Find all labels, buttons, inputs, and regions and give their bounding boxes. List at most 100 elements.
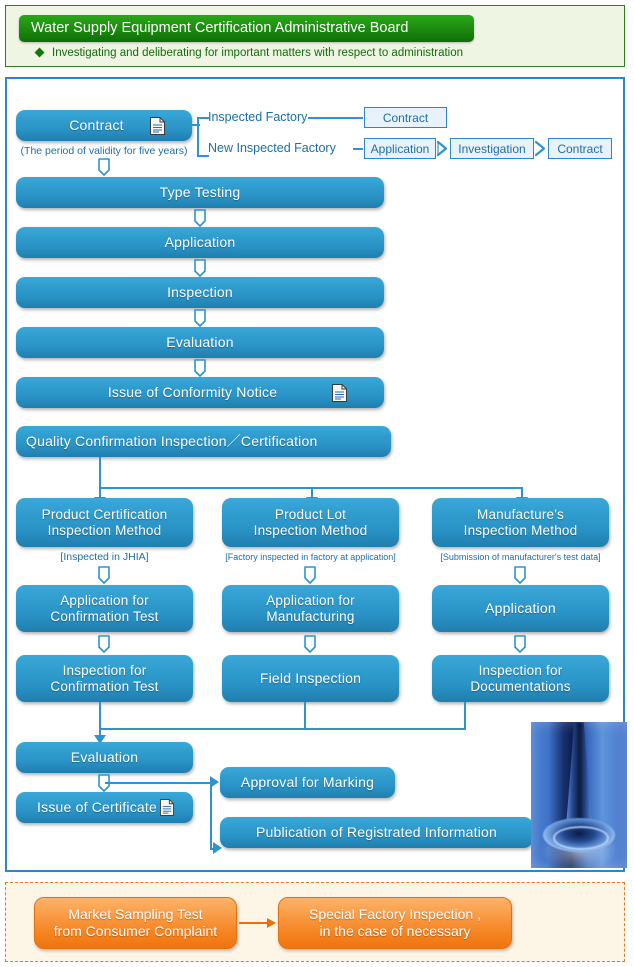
flow-box-application-manufacturing[interactable]: Application for Manufacturing — [222, 585, 399, 632]
bracket-stub — [192, 124, 200, 126]
merge-line-col3 — [464, 702, 466, 730]
bottom-box-special-factory-inspection-line1: Special Factory Inspection , — [309, 905, 481, 922]
flow-box-approval-for-marking-label: Approval for Marking — [240, 774, 375, 791]
flow-box-evaluation-bottom[interactable]: Evaluation — [16, 742, 193, 773]
bottom-panel: Market Sampling Test from Consumer Compl… — [5, 882, 625, 962]
chevron-down-icon-c3a — [512, 566, 528, 585]
flow-box-issue-certificate-label: Issue of Certificate — [37, 799, 157, 816]
merge-line-col1 — [99, 702, 101, 730]
flow-box-application-confirmation-test-line1: Application for — [60, 592, 149, 608]
flow-box-inspection-documentations[interactable]: Inspection for Documentations — [432, 655, 609, 702]
water-stream-shape — [566, 722, 592, 826]
flow-box-inspection-confirmation-test[interactable]: Inspection for Confirmation Test — [16, 655, 193, 702]
header-panel: Water Supply Equipment Certification Adm… — [5, 5, 625, 67]
method-box-product-lot[interactable]: Product Lot Inspection Method — [222, 498, 399, 547]
flow-box-quality-confirmation-label: Quality Confirmation Inspection／Certific… — [26, 433, 318, 450]
method-note-2: [Factory inspected in factory at applica… — [225, 552, 396, 562]
method-note-3: [Submission of manufacturer's test data] — [440, 552, 601, 562]
diamond-bullet-icon — [34, 47, 45, 58]
document-icon — [149, 116, 165, 135]
branch-label-new-inspected-factory: New Inspected Factory — [208, 141, 336, 155]
flow-box-publication-registrated-info-label: Publication of Registrated Information — [255, 824, 498, 841]
flow-box-type-testing-label: Type Testing — [159, 184, 241, 201]
bottom-box-market-sampling-line2: from Consumer Complaint — [53, 923, 218, 939]
flow-box-application-manufacturing-line2: Manufacturing — [266, 608, 355, 624]
bottom-box-market-sampling[interactable]: Market Sampling Test from Consumer Compl… — [34, 897, 237, 949]
chevron-down-icon-c2a — [302, 566, 318, 585]
flow-box-type-testing[interactable]: Type Testing — [16, 177, 384, 208]
output-line-horizontal — [105, 782, 212, 784]
flow-box-application[interactable]: Application — [16, 227, 384, 258]
flow-box-publication-registrated-info[interactable]: Publication of Registrated Information — [220, 817, 533, 848]
water-ripple-ring — [553, 826, 609, 850]
branch-line-2 — [353, 148, 363, 150]
branch-box-investigation-label: Investigation — [458, 141, 526, 156]
flow-box-application-manufacturing-line1: Application for — [266, 592, 355, 608]
flow-box-application-label: Application — [164, 234, 236, 251]
bottom-box-special-factory-inspection[interactable]: Special Factory Inspection , in the case… — [278, 897, 512, 949]
method-box-product-lot-line1: Product Lot — [274, 506, 347, 522]
chevron-down-icon-c1a — [96, 566, 112, 585]
flow-box-issue-conformity-notice-label: Issue of Conformity Notice — [107, 384, 278, 401]
merge-line-col2 — [304, 702, 306, 730]
flow-box-application-confirmation-test[interactable]: Application for Confirmation Test — [16, 585, 193, 632]
flow-box-application-col3-label: Application — [485, 600, 556, 617]
method-box-manufacturers-line2: Inspection Method — [463, 522, 578, 538]
method-box-manufacturers-line1: Manufacture's — [477, 506, 564, 522]
branch-line-1 — [308, 117, 363, 119]
bottom-box-special-factory-inspection-line2: in the case of necessary — [319, 923, 471, 939]
flow-box-evaluation-top-label: Evaluation — [166, 334, 234, 351]
flow-box-contract-label: Contract — [69, 117, 124, 134]
flow-box-application-confirmation-test-line2: Confirmation Test — [50, 608, 159, 624]
flow-box-inspection-label: Inspection — [167, 284, 233, 301]
branch-box-application[interactable]: Application — [364, 138, 436, 159]
flow-box-inspection-confirmation-test-line1: Inspection for — [62, 662, 147, 678]
method-box-product-certification-line1: Product Certification — [41, 506, 168, 522]
branch-box-contract-2-label: Contract — [557, 141, 603, 156]
flow-box-inspection-documentations-line2: Documentations — [470, 678, 571, 694]
chevron-right-icon — [436, 140, 449, 157]
branch-box-contract-label: Contract — [382, 110, 429, 125]
chevron-down-icon-3 — [192, 259, 208, 278]
branch-box-application-label: Application — [370, 141, 430, 156]
arrow-right-icon-bottom — [267, 918, 276, 928]
method-box-product-lot-line2: Inspection Method — [253, 522, 368, 538]
chevron-down-icon-c1b — [96, 635, 112, 654]
document-icon-2 — [332, 383, 348, 402]
method-box-product-certification[interactable]: Product Certification Inspection Method — [16, 498, 193, 547]
flow-box-evaluation-top[interactable]: Evaluation — [16, 327, 384, 358]
method-box-manufacturers[interactable]: Manufacture's Inspection Method — [432, 498, 609, 547]
chevron-down-icon-c2b — [302, 635, 318, 654]
header-bullet-text: Investigating and deliberating for impor… — [52, 47, 464, 59]
flow-box-contract[interactable]: Contract — [16, 110, 192, 141]
chevron-down-icon-1 — [96, 158, 112, 177]
contract-validity-caption: (The period of validity for five years) — [20, 145, 188, 157]
flow-box-approval-for-marking[interactable]: Approval for Marking — [220, 767, 395, 798]
chevron-down-icon-4 — [192, 309, 208, 328]
branch-box-contract[interactable]: Contract — [364, 107, 447, 128]
document-icon-3 — [160, 798, 175, 817]
flow-box-inspection[interactable]: Inspection — [16, 277, 384, 308]
chevron-down-icon-5 — [192, 359, 208, 378]
arrow-right-icon-approval — [210, 776, 219, 788]
merge-line-horizontal — [99, 728, 466, 730]
flow-box-field-inspection-label: Field Inspection — [259, 670, 362, 687]
method-box-product-certification-line2: Inspection Method — [47, 522, 162, 538]
split-line-vertical — [99, 457, 101, 489]
branch-box-contract-2[interactable]: Contract — [548, 138, 612, 159]
flow-box-issue-conformity-notice[interactable]: Issue of Conformity Notice — [16, 377, 384, 408]
flow-box-application-col3[interactable]: Application — [432, 585, 609, 632]
branch-label-inspected-factory: Inspected Factory — [208, 110, 308, 124]
bottom-arrow-line — [239, 922, 269, 924]
branch-box-investigation[interactable]: Investigation — [450, 138, 534, 159]
flow-box-inspection-confirmation-test-line2: Confirmation Test — [50, 678, 159, 694]
page-root: Water Supply Equipment Certification Adm… — [0, 0, 634, 967]
flow-box-issue-certificate[interactable]: Issue of Certificate — [16, 792, 193, 823]
flow-box-quality-confirmation[interactable]: Quality Confirmation Inspection／Certific… — [16, 426, 391, 457]
flow-box-field-inspection[interactable]: Field Inspection — [222, 655, 399, 702]
water-stream-photo — [531, 722, 627, 868]
header-bullet-row: Investigating and deliberating for impor… — [34, 47, 464, 59]
chevron-down-icon-2 — [192, 209, 208, 228]
output-line-vertical — [210, 782, 212, 850]
bottom-box-market-sampling-line1: Market Sampling Test — [68, 905, 203, 922]
